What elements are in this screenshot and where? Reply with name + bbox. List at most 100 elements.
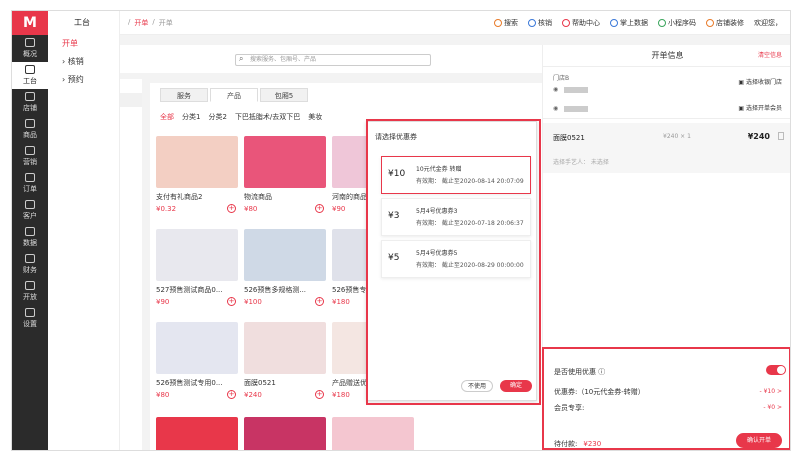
coupon-value[interactable]: - ¥10 > [760,388,782,395]
product-card[interactable]: 527预售测试商品0... ¥90 + [156,229,238,306]
help-icon [562,18,570,27]
coupon-value: ¥5 [388,253,400,263]
tab-room[interactable]: 包厢5 [260,88,308,102]
category-1[interactable]: 分类1 [182,112,200,122]
product-card[interactable]: 物流商品 ¥80 + [244,136,326,213]
add-product-icon[interactable]: + [315,390,324,399]
confirm-coupon-button[interactable]: 确定 [500,380,532,392]
coupon-card[interactable]: ¥5 5月4号优惠券5 有效期： 截止至2020-08-29 00:00:00 [381,240,531,278]
verify-link[interactable]: 核销 [528,18,552,28]
breadcrumb: / 开单 / 开单 [128,17,173,28]
product-price: ¥100 [244,298,262,306]
product-image [156,322,238,374]
decoration-link[interactable]: 店铺装修 [706,18,744,28]
product-image [244,136,326,188]
rail-item[interactable]: 开放 [12,278,48,305]
redacted-info [564,86,589,93]
product-price: ¥80 [156,391,170,399]
member-value[interactable]: - ¥0 > [763,404,782,411]
product-card[interactable]: 526预售多规格测... ¥100 + [244,229,326,306]
coupon-card[interactable]: ¥10 10元代金券 转赠 有效期： 截止至2020-08-14 20:07:09 [381,156,531,194]
category-2[interactable]: 分类2 [208,112,226,122]
nav-icon [25,146,35,155]
coupon-popup: 请选择优惠券 ¥10 10元代金券 转赠 有效期： 截止至2020-08-14 20… [366,121,537,401]
cart-item-qty: ¥240 × 1 [663,133,691,140]
search-bar: 搜索服务、包厢号、产品 [120,45,542,73]
add-product-icon[interactable]: + [227,390,236,399]
product-card[interactable]: 面膜0521 ¥240 + [244,322,326,399]
brand-logo: M [12,11,48,35]
miniprogram-link[interactable]: 小程序码 [658,18,696,28]
product-card[interactable] [244,417,326,450]
rail-item[interactable]: 设置 [12,305,48,332]
clear-info-button[interactable]: 清空信息 [758,45,782,67]
mobile-data-link[interactable]: 掌上数据 [610,18,648,28]
rail-item[interactable]: 订单 [12,170,48,197]
category-3[interactable]: 下巴抵脂术/去双下巴 [235,112,300,122]
product-image [156,417,238,450]
product-price: ¥90 [156,298,170,306]
rail-item[interactable]: 商品 [12,116,48,143]
breadcrumb-item[interactable]: 开单 [134,18,148,28]
search-link[interactable]: 搜索 [494,18,518,28]
category-selected[interactable] [120,93,142,107]
choose-member-button[interactable]: ▣ 选择开单会员 [738,103,782,112]
tab-product[interactable]: 产品 [210,88,258,102]
nav-icon [25,227,35,236]
scan-icon [528,18,536,27]
rail-item[interactable]: 客户 [12,197,48,224]
sidebar-item-yuyue[interactable]: › 预约 [48,71,119,89]
nav-icon [25,119,35,128]
rail-item[interactable]: 店铺 [12,89,48,116]
coupon-expiry: 有效期： 截止至2020-07-18 20:06:37 [416,220,524,227]
product-image [244,322,326,374]
category-all[interactable]: 全部 [160,112,174,122]
rail-item[interactable]: 工台 [12,62,48,89]
product-card[interactable] [332,417,414,450]
coupon-title: 5月4号优惠券5 [416,250,458,257]
product-price: ¥240 [244,391,262,399]
confirm-order-button[interactable]: 确认开单 [736,433,782,448]
rail-item[interactable]: 概况 [12,35,48,62]
choose-store-button[interactable]: ▣ 选择收银门店 [738,77,782,86]
product-name: 527预售测试商品0... [156,286,223,294]
rail-item[interactable]: 营销 [12,143,48,170]
brush-icon [706,18,714,27]
rail-item[interactable]: 财务 [12,251,48,278]
no-coupon-button[interactable]: 不使用 [461,380,493,392]
add-product-icon[interactable]: + [227,297,236,306]
breadcrumb-current: 开单 [158,18,173,27]
nav-icon [25,92,35,101]
nav-icon [25,65,35,74]
member-row-label: 会员专享: [554,404,585,412]
add-product-icon[interactable]: + [315,204,324,213]
tab-service[interactable]: 服务 [160,88,208,102]
use-coupon-toggle[interactable] [766,365,786,375]
add-product-icon[interactable]: + [315,297,324,306]
help-link[interactable]: 帮助中心 [562,18,600,28]
search-input[interactable]: 搜索服务、包厢号、产品 [235,54,431,66]
rail-item-label: 工台 [23,77,37,85]
rail-item-label: 数据 [23,239,37,247]
cart-item: 面膜0521 ¥240 × 1 ¥240 选择手艺人： 未选择 [543,123,790,173]
redacted-info [564,105,589,112]
rail-item-label: 店铺 [23,104,37,112]
coupon-value: ¥10 [388,169,406,179]
rail-item[interactable]: 数据 [12,224,48,251]
product-card[interactable]: 526预售测试专用0... ¥80 + [156,322,238,399]
amount-due: 待付款: ¥230 [554,440,602,448]
product-card[interactable]: 支付有礼商品2 ¥0.32 + [156,136,238,213]
coupon-title: 10元代金券 转赠 [416,166,462,173]
sidebar-item-kaidan[interactable]: 开单 [48,35,119,53]
category-4[interactable]: 美妆 [308,112,322,122]
coupon-expiry: 有效期： 截止至2020-08-29 00:00:00 [416,262,524,269]
choose-staff[interactable]: 选择手艺人： 未选择 [553,157,609,166]
add-product-icon[interactable]: + [227,204,236,213]
sidebar-item-hexiao[interactable]: › 核销 [48,53,119,71]
rail-item-label: 设置 [23,320,37,328]
store-contact: ◉ [553,86,782,93]
coupon-card[interactable]: ¥3 5月4号优惠券3 有效期： 截止至2020-07-18 20:06:37 [381,198,531,236]
trash-icon[interactable] [778,132,784,140]
cart-item-price: ¥240 [747,132,770,141]
product-card[interactable] [156,417,238,450]
